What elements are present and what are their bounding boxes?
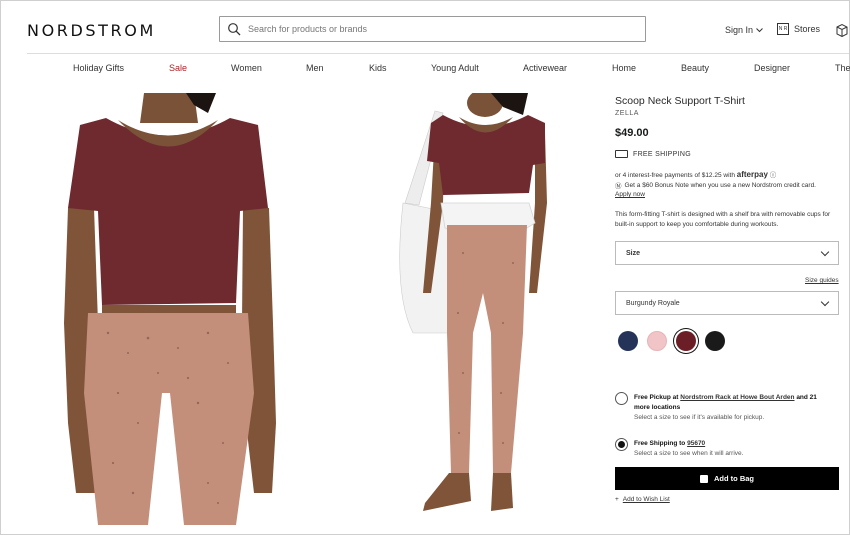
nav-item-women[interactable]: Women [231,63,262,73]
sign-in-label: Sign In [725,25,754,35]
product-image-full-body[interactable] [323,93,610,525]
nav-item-activewear[interactable]: Activewear [523,63,567,73]
afterpay-info: or 4 interest-free payments of $12.25 wi… [615,169,776,179]
nav-item-young-adult[interactable]: Young Adult [431,63,479,73]
bonus-note-promo: Ⓝ Get a $60 Bonus Note when you use a ne… [615,180,817,191]
plus-icon: + [615,496,619,503]
product-image-front-closeup[interactable] [58,93,279,525]
add-to-wish-list-link[interactable]: + Add to Wish List [615,496,670,503]
shipping-option: Free Shipping to 95670 Select a size to … [634,439,834,459]
size-guides-link[interactable]: Size guides [805,277,839,284]
model-fullbody-illustration [323,93,610,525]
nav-item-beauty[interactable]: Beauty [681,63,709,73]
sign-in-button[interactable]: Sign In [725,25,763,35]
credit-card-icon: Ⓝ [615,183,622,190]
size-select[interactable]: Size [615,241,839,265]
swatch-burgundy-royale[interactable] [676,331,696,351]
truck-icon [615,150,628,158]
nav-item-men[interactable]: Men [306,63,324,73]
product-description: This form-fitting T-shirt is designed wi… [615,211,831,228]
nav-item-the[interactable]: The [835,63,850,73]
chevron-down-icon [820,297,830,306]
wish-list-label: Add to Wish List [622,496,670,503]
search-icon [228,23,241,36]
header-divider [27,53,849,54]
info-icon[interactable]: ⓘ [770,172,777,179]
afterpay-logo: afterpay [736,170,768,179]
free-shipping-label: FREE SHIPPING [633,150,691,158]
color-swatches [618,331,725,351]
free-shipping-badge: FREE SHIPPING [615,150,691,158]
bag-icon [700,474,708,483]
pickup-radio[interactable] [615,392,628,405]
nav-item-sale[interactable]: Sale [169,63,187,73]
product-brand[interactable]: ZELLA [615,110,639,117]
pickup-store-link[interactable]: Nordstrom Rack at Howe Bout Arden [680,394,794,401]
shipping-pre: Free Shipping to [634,440,686,447]
shipping-subtext: Select a size to see when it will arrive… [634,450,744,457]
size-select-label: Size [626,249,641,257]
chevron-down-icon [756,27,763,32]
nordstrom-logo[interactable]: NORDSTROM [27,21,156,40]
afterpay-text: or 4 interest-free payments of $12.25 wi… [615,172,735,179]
shipping-radio[interactable] [615,438,628,451]
search-input[interactable] [248,24,628,34]
color-select-value: Burgundy Royale [626,299,680,307]
bonus-note-text: Get a $60 Bonus Note when you use a new … [624,181,817,189]
shipping-zip-link[interactable]: 95670 [687,440,705,447]
add-to-bag-label: Add to Bag [714,474,754,483]
chevron-down-icon [820,247,830,256]
nav-item-home[interactable]: Home [612,63,636,73]
store-icon: N R [777,23,789,35]
swatch-navy[interactable] [618,331,638,351]
stores-label: Stores [794,24,821,34]
pickup-subtext: Select a size to see if it's available f… [634,414,765,421]
product-title: Scoop Neck Support T-Shirt [615,95,745,107]
apply-now-link[interactable]: Apply now [615,191,645,198]
pickup-option: Free Pickup at Nordstrom Rack at Howe Bo… [634,393,834,423]
model-closeup-illustration [58,93,279,525]
nav-item-designer[interactable]: Designer [754,63,790,73]
site-header: NORDSTROM Sign In N R Stores [1,1,850,59]
pickup-pre: Free Pickup at [634,394,679,401]
product-price: $49.00 [615,127,649,139]
category-nav: Holiday Gifts Sale Women Men Kids Young … [1,63,850,79]
shopping-bag-icon[interactable] [835,23,849,37]
color-select[interactable]: Burgundy Royale [615,291,839,315]
stores-link[interactable]: N R Stores [777,23,820,35]
nav-item-holiday-gifts[interactable]: Holiday Gifts [73,63,124,73]
swatch-pink[interactable] [647,331,667,351]
search-bar[interactable] [219,16,646,42]
nav-item-kids[interactable]: Kids [369,63,387,73]
swatch-black[interactable] [705,331,725,351]
add-to-bag-button[interactable]: Add to Bag [615,467,839,490]
